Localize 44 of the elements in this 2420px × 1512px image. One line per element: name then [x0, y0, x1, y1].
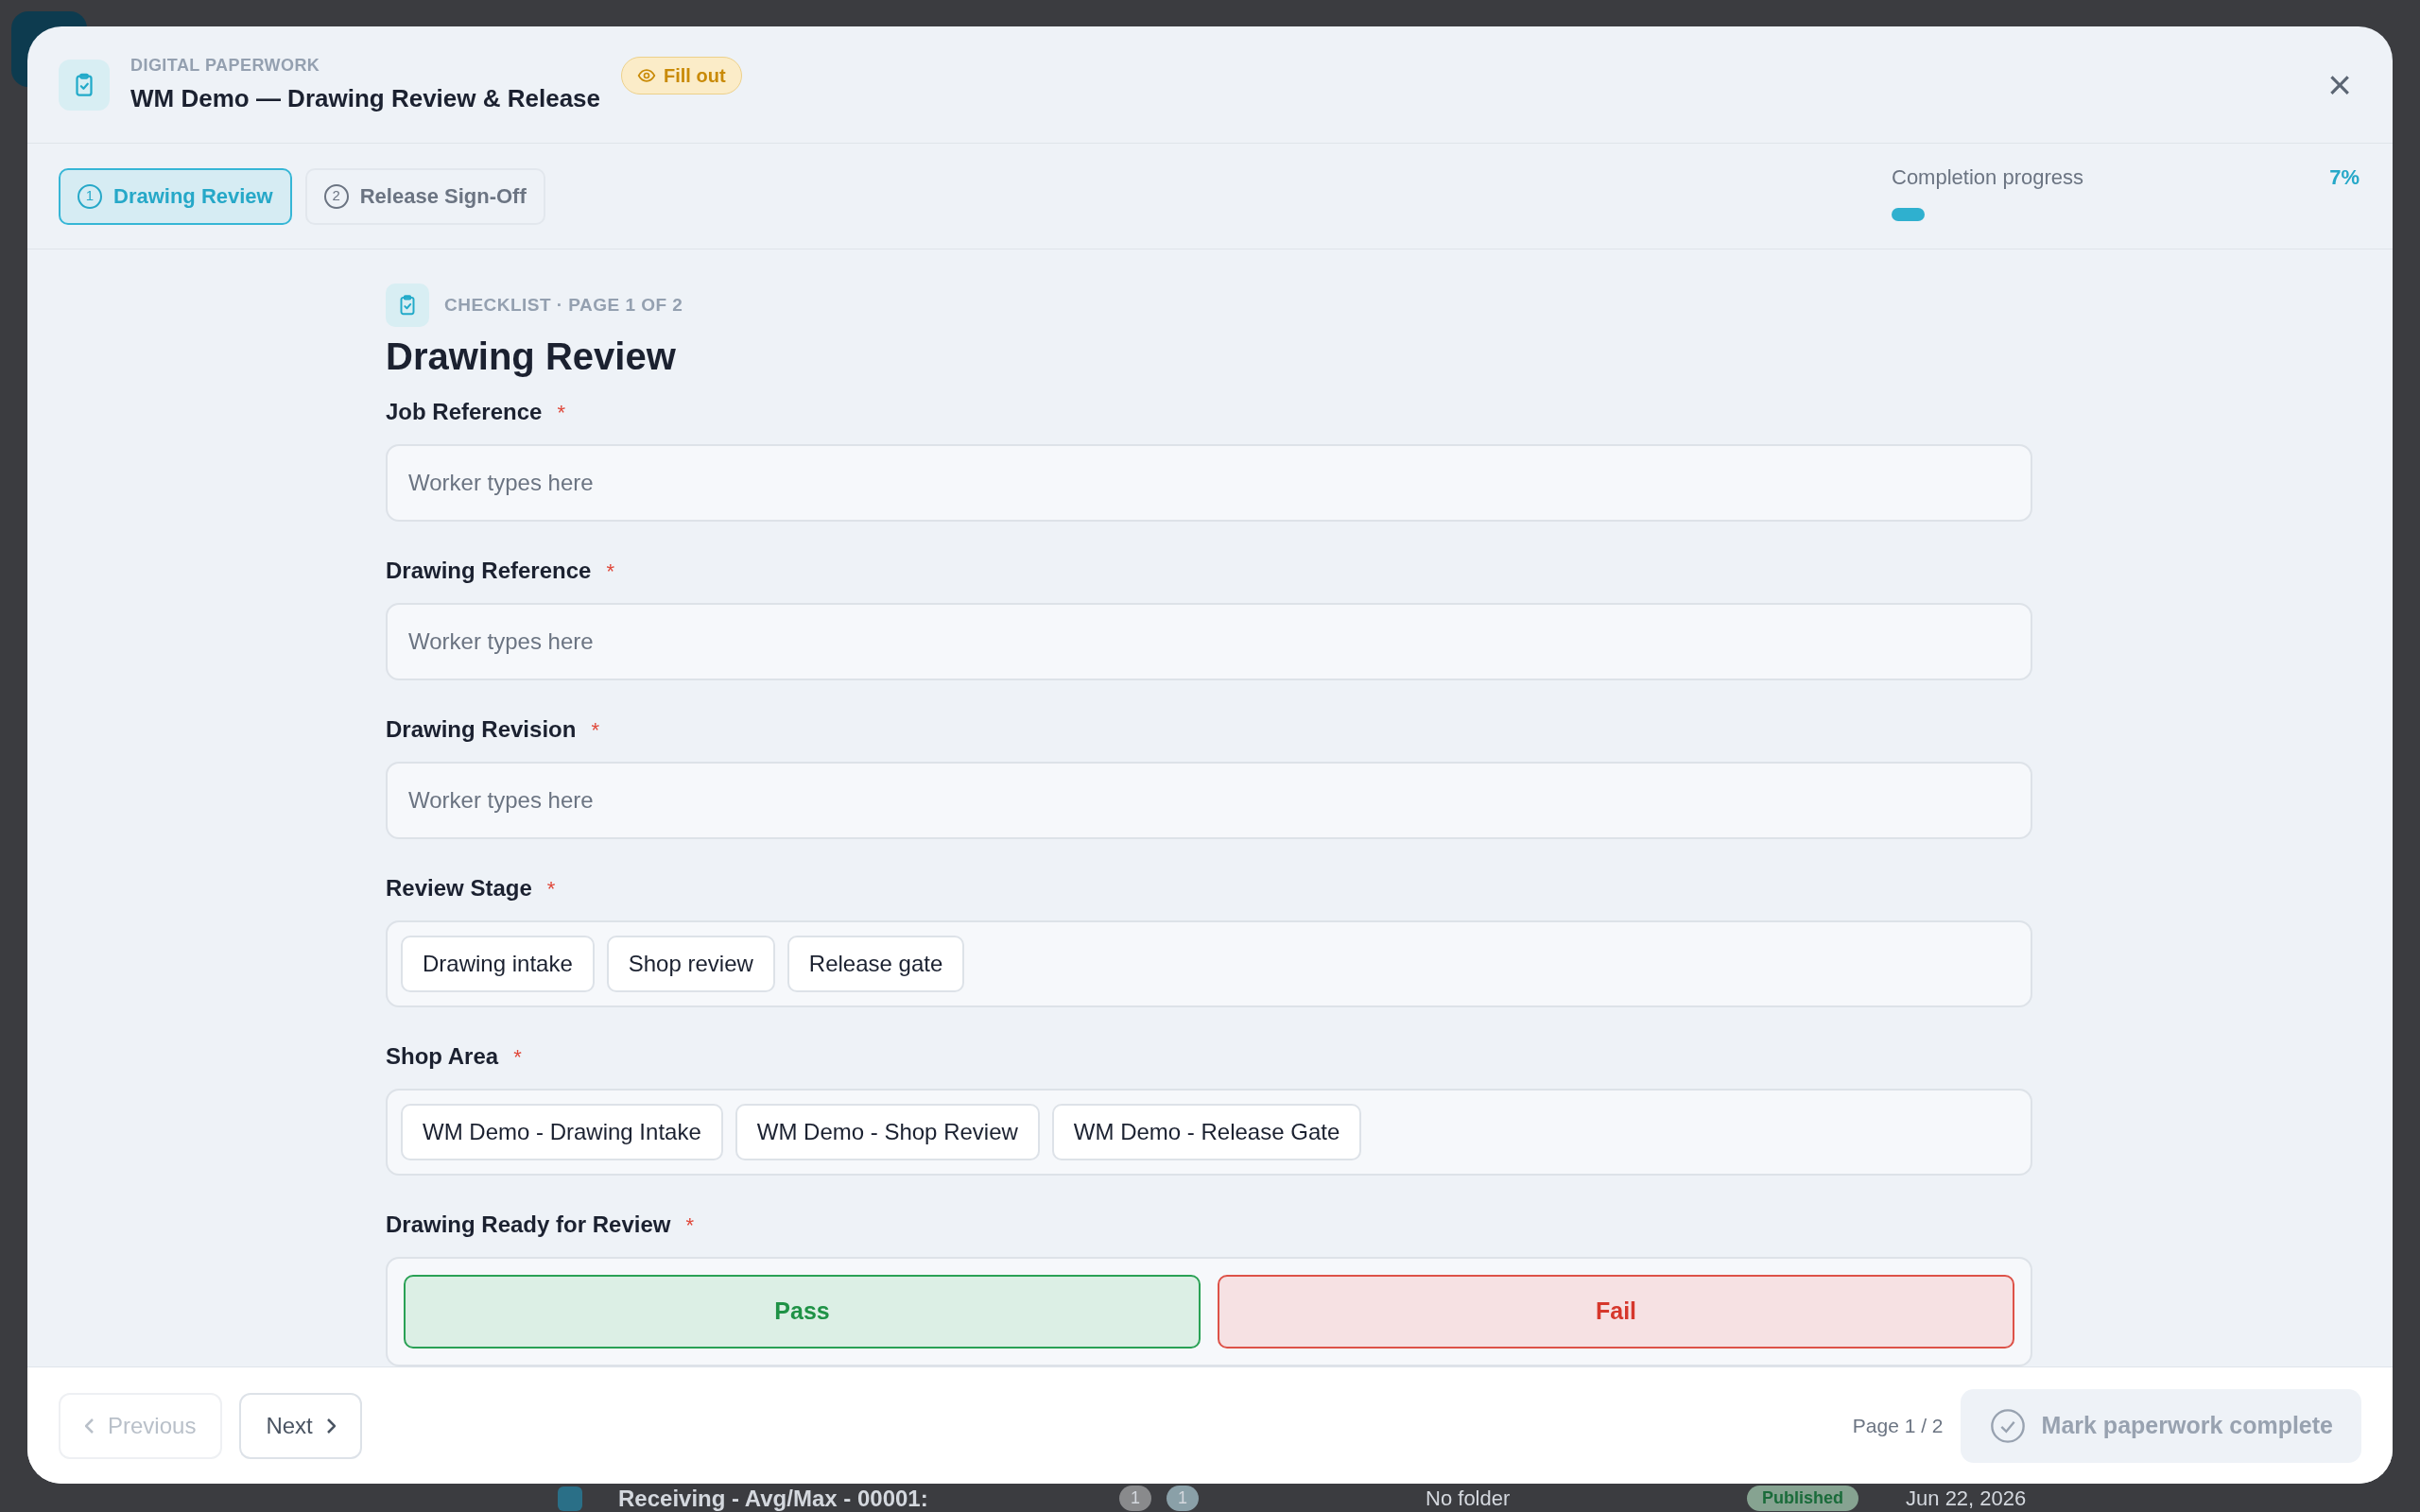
- required-mark: *: [546, 875, 556, 902]
- close-button[interactable]: ×: [2327, 63, 2352, 106]
- row-title: Receiving - Avg/Max - 00001:: [618, 1486, 929, 1510]
- text-field[interactable]: Worker types here: [386, 762, 2032, 839]
- chevron-right-icon: [325, 1417, 336, 1435]
- dialog-eyebrow: DIGITAL PAPERWORK: [130, 54, 321, 77]
- field-label: Shop Area: [386, 1042, 499, 1071]
- choice-option[interactable]: Release gate: [786, 936, 965, 992]
- next-button[interactable]: Next: [239, 1392, 362, 1459]
- page-eyebrow: CHECKLIST · PAGE 1 OF 2: [444, 293, 683, 317]
- text-field[interactable]: Worker types here: [386, 603, 2032, 680]
- progress-label: Completion progress: [1892, 164, 2083, 191]
- mode-badge: Fill out: [621, 56, 742, 94]
- field-label: Drawing Ready for Review: [386, 1211, 671, 1239]
- count-badge: 1: [1167, 1486, 1200, 1511]
- text-field[interactable]: Worker types here: [386, 444, 2032, 522]
- step-tab[interactable]: 2 Release Sign-Off: [304, 167, 545, 225]
- field-label: Job Reference: [386, 398, 543, 426]
- progress-reading: 7%: [2329, 164, 2360, 191]
- field-label: Drawing Reference: [386, 557, 592, 585]
- choice-option[interactable]: WM Demo - Drawing Intake: [401, 1104, 723, 1160]
- choice-option[interactable]: Shop review: [606, 936, 775, 992]
- field-label: Review Stage: [386, 874, 532, 902]
- clipboard-icon: [59, 59, 110, 111]
- choice-option[interactable]: WM Demo - Release Gate: [1051, 1104, 1362, 1160]
- page-indicator: Page 1 / 2: [1852, 1413, 1944, 1438]
- required-mark: *: [685, 1211, 694, 1239]
- status-badge: Published: [1747, 1486, 1859, 1511]
- required-mark: *: [513, 1043, 522, 1071]
- date-text: Jun 22, 2026: [1906, 1487, 2027, 1509]
- field-label: Drawing Revision: [386, 715, 577, 744]
- fail-button[interactable]: Fail: [1218, 1275, 2014, 1349]
- choice-option[interactable]: Drawing intake: [401, 936, 595, 992]
- required-mark: *: [606, 558, 614, 585]
- count-badge: 1: [1119, 1486, 1151, 1511]
- required-mark: *: [557, 399, 565, 426]
- choice-option[interactable]: WM Demo - Shop Review: [735, 1104, 1040, 1160]
- clipboard-icon: [386, 284, 429, 327]
- check-circle-icon: [1988, 1406, 2027, 1445]
- page-title: Drawing Review: [386, 335, 677, 379]
- dialog-title: WM Demo — Drawing Review & Release: [130, 82, 601, 114]
- folder-label: No folder: [1426, 1487, 1512, 1509]
- required-mark: *: [591, 716, 599, 744]
- chevron-left-icon: [85, 1417, 95, 1435]
